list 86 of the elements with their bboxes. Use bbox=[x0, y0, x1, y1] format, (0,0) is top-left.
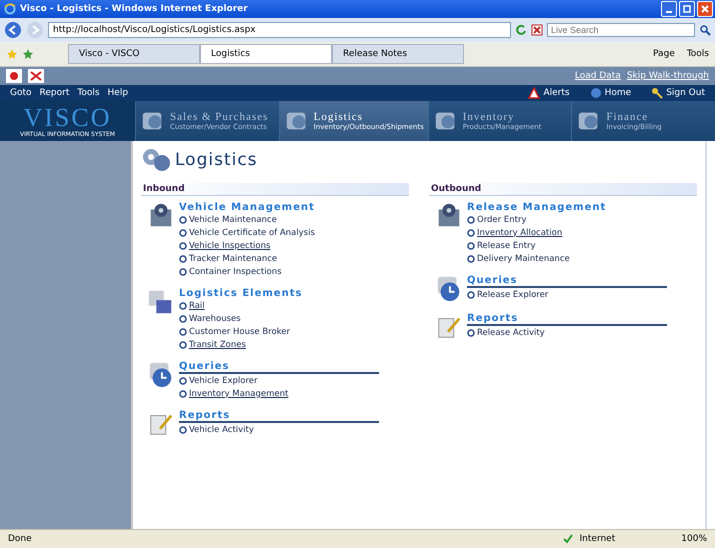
group-title: Queries bbox=[179, 361, 379, 374]
menu-link[interactable]: Home bbox=[604, 88, 632, 98]
window-title: Visco - Logistics - Windows Internet Explorer bbox=[20, 4, 248, 14]
toolbar-button[interactable]: Page bbox=[653, 49, 675, 59]
menu-link[interactable]: Warehouses bbox=[189, 314, 241, 324]
warning-icon bbox=[528, 87, 540, 99]
stop-icon[interactable] bbox=[531, 24, 543, 36]
search-field[interactable]: Live Search bbox=[547, 23, 695, 37]
group-title: Reports bbox=[467, 313, 667, 326]
menu-link[interactable]: Vehicle Explorer bbox=[189, 376, 258, 386]
menu-link[interactable]: Delivery Maintenance bbox=[477, 254, 570, 264]
menu-link[interactable]: Release Entry bbox=[477, 240, 536, 250]
bullet-icon bbox=[467, 290, 475, 298]
group-title: Reports bbox=[179, 410, 379, 423]
close-icon bbox=[700, 4, 710, 14]
search-icon[interactable] bbox=[699, 24, 711, 36]
bullet-icon bbox=[179, 340, 187, 348]
menu-link[interactable]: Vehicle Activity bbox=[189, 424, 254, 434]
bullet-icon bbox=[179, 390, 187, 398]
menu-link[interactable]: Release Activity bbox=[477, 328, 545, 338]
menu-link[interactable]: Sign Out bbox=[666, 88, 705, 98]
bullet-icon bbox=[179, 254, 187, 262]
toolbar-button[interactable]: Tools bbox=[686, 49, 709, 59]
menu-item[interactable]: Report bbox=[40, 88, 70, 98]
menu-item[interactable]: Tools bbox=[77, 88, 100, 98]
gears-icon bbox=[141, 147, 171, 173]
group-title: Vehicle Management bbox=[179, 202, 316, 213]
menu-link[interactable]: Alerts bbox=[543, 88, 570, 98]
status-text: Done bbox=[8, 534, 32, 544]
add-favorite-icon[interactable] bbox=[22, 48, 34, 60]
menu-link[interactable]: Vehicle Maintenance bbox=[189, 214, 277, 224]
browser-icon bbox=[4, 3, 16, 15]
security-zone: Internet bbox=[580, 534, 616, 544]
section-header: Outbound bbox=[429, 183, 697, 196]
refresh-icon[interactable] bbox=[515, 24, 527, 36]
page-title: Logistics bbox=[175, 150, 258, 170]
key-icon bbox=[651, 87, 664, 99]
group-title: Queries bbox=[467, 275, 667, 288]
menu-link[interactable]: Tracker Maintenance bbox=[189, 254, 278, 264]
menu-link[interactable]: Vehicle Certificate of Analysis bbox=[189, 228, 315, 238]
minimize-button[interactable] bbox=[661, 1, 677, 17]
menu-link[interactable]: Inventory Management bbox=[189, 388, 288, 398]
flag-icon[interactable] bbox=[6, 69, 22, 83]
bullet-icon bbox=[179, 216, 187, 224]
group-title: Logistics Elements bbox=[179, 288, 304, 299]
close-button[interactable] bbox=[697, 1, 713, 17]
bullet-icon bbox=[467, 242, 475, 250]
check-icon bbox=[562, 533, 574, 545]
flag-icon[interactable] bbox=[28, 69, 44, 83]
browser-tab[interactable]: Logistics bbox=[200, 44, 332, 64]
menu-link[interactable]: Transit Zones bbox=[189, 340, 246, 350]
bullet-icon bbox=[179, 314, 187, 322]
globe-icon bbox=[590, 87, 602, 99]
bullet-icon bbox=[467, 328, 475, 336]
menu-link[interactable]: Rail bbox=[189, 300, 205, 310]
menu-link[interactable]: Order Entry bbox=[477, 214, 526, 224]
browser-tab[interactable]: Visco - VISCO bbox=[68, 44, 200, 64]
maximize-icon bbox=[682, 4, 692, 14]
menu-link[interactable]: Container Inspections bbox=[189, 266, 282, 276]
section-header: Inbound bbox=[141, 183, 409, 196]
bullet-icon bbox=[179, 376, 187, 384]
bullet-icon bbox=[179, 426, 187, 434]
bullet-icon bbox=[179, 302, 187, 310]
header-link[interactable]: Load Data bbox=[574, 71, 621, 81]
bullet-icon bbox=[179, 228, 187, 236]
menu-link[interactable]: Release Explorer bbox=[477, 290, 548, 300]
menu-link[interactable]: Vehicle Inspections bbox=[189, 240, 270, 250]
browser-tab[interactable]: Release Notes bbox=[332, 44, 464, 64]
bullet-icon bbox=[467, 228, 475, 236]
minimize-icon bbox=[666, 11, 672, 13]
star-icon[interactable] bbox=[6, 48, 18, 60]
address-field[interactable]: http://localhost/Visco/Logistics/Logistics.aspx bbox=[48, 22, 511, 38]
bullet-icon bbox=[179, 328, 187, 336]
bullet-icon bbox=[179, 242, 187, 250]
menu-item[interactable]: Goto bbox=[10, 88, 32, 98]
menu-link[interactable]: Customer House Broker bbox=[189, 326, 290, 336]
zoom-level[interactable]: 100% bbox=[681, 534, 707, 544]
bullet-icon bbox=[467, 216, 475, 224]
back-icon[interactable] bbox=[4, 21, 22, 39]
menu-item[interactable]: Help bbox=[108, 88, 128, 98]
group-title: Release Management bbox=[467, 202, 608, 213]
bullet-icon bbox=[179, 268, 187, 276]
header-link[interactable]: Skip Walk-through bbox=[626, 71, 709, 81]
menu-link[interactable]: Inventory Allocation bbox=[477, 228, 562, 238]
maximize-button[interactable] bbox=[679, 1, 695, 17]
bullet-icon bbox=[467, 254, 475, 262]
